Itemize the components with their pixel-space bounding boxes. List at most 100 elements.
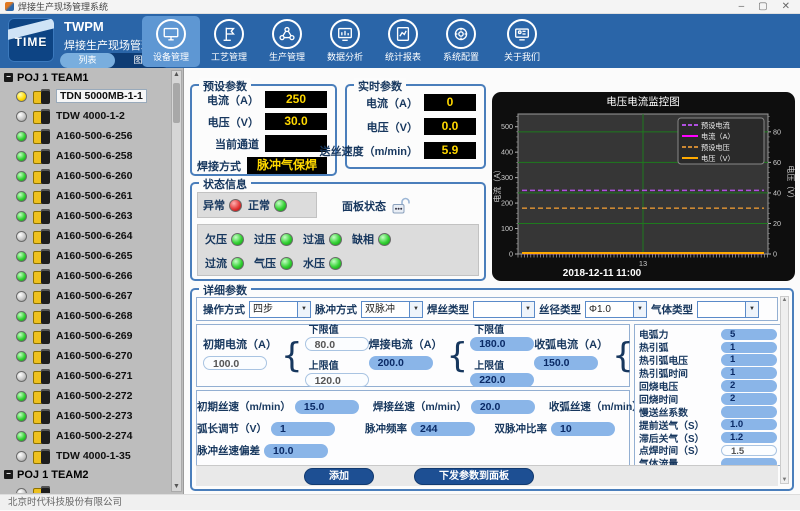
device-label: A160-500-6-260 — [56, 170, 132, 182]
wire-speed-label: 送丝速度（m/min） — [320, 143, 418, 159]
current-value-field[interactable]: 200.0 — [369, 356, 433, 370]
scroll-down-icon[interactable]: ▼ — [781, 477, 788, 483]
device-item[interactable]: A160-500-6-256 — [2, 126, 170, 146]
nav-data-analysis[interactable]: 数据分析 — [316, 16, 374, 67]
device-item[interactable]: A160-500-6-270 — [2, 346, 170, 366]
chevron-down-icon[interactable]: ▼ — [409, 302, 422, 317]
side-param-row: 回烧时间2 — [635, 392, 781, 405]
nav-process-management[interactable]: 工艺管理 — [200, 16, 258, 67]
device-item[interactable]: TDW 4000-1-2 — [2, 106, 170, 126]
logo-text: TIME — [8, 35, 54, 49]
current-value-field[interactable]: 150.0 — [534, 356, 598, 370]
nav-device-management[interactable]: 设备管理 — [142, 16, 200, 67]
device-item[interactable]: A160-500-6-264 — [2, 226, 170, 246]
device-item[interactable]: A160-500-6-265 — [2, 246, 170, 266]
scroll-up-icon[interactable]: ▲ — [781, 297, 788, 303]
side-param-field[interactable] — [721, 406, 777, 418]
device-label: A160-500-6-267 — [56, 290, 132, 302]
device-label: A160-500-6-261 — [56, 190, 132, 202]
device-item[interactable]: A160-500-6-263 — [2, 206, 170, 226]
chevron-down-icon[interactable]: ▼ — [297, 302, 310, 317]
dropdown-select[interactable]: ▼ — [473, 301, 535, 318]
tree-root-team2[interactable]: − POJ 1 TEAM2 — [2, 466, 170, 483]
scroll-down-icon[interactable]: ▼ — [172, 483, 181, 490]
current-value-field[interactable]: 100.0 — [203, 356, 267, 370]
system-config-icon — [446, 19, 476, 49]
list-view-button[interactable]: 列表 — [60, 53, 115, 68]
dropdown-select[interactable]: 双脉冲▼ — [361, 301, 423, 318]
device-item[interactable]: TDN 5000MB-1-1 — [2, 86, 170, 106]
dropdown-label: 脉冲方式 — [315, 302, 357, 317]
collapse-icon[interactable]: − — [4, 470, 13, 479]
device-item[interactable]: TDW 4000-1-35 — [2, 446, 170, 466]
side-param-field[interactable]: 2 — [721, 380, 777, 392]
device-item[interactable]: A160-500-6-268 — [2, 306, 170, 326]
abnormal-led — [229, 199, 242, 212]
dropdown-select[interactable]: Φ1.0▼ — [585, 301, 647, 318]
wire-param-field[interactable]: 10.0 — [264, 444, 328, 458]
device-item[interactable]: A160-500-2-273 — [2, 406, 170, 426]
dropdown-select[interactable]: ▼ — [697, 301, 759, 318]
welder-icon — [33, 149, 50, 164]
wire-param-field[interactable]: 15.0 — [295, 400, 359, 414]
collapse-icon[interactable]: − — [4, 73, 13, 82]
scroll-thumb[interactable] — [173, 83, 180, 123]
nav-statistics-report[interactable]: 统计报表 — [374, 16, 432, 67]
chevron-down-icon[interactable]: ▼ — [745, 302, 758, 317]
maximize-button[interactable]: ▢ — [758, 1, 767, 12]
side-param-field[interactable]: 5 — [721, 329, 777, 341]
wire-param-field[interactable]: 10 — [551, 422, 615, 436]
welder-icon — [33, 289, 50, 304]
side-param-field[interactable]: 1.0 — [721, 419, 777, 431]
add-button[interactable]: 添加 — [304, 468, 374, 485]
sidebar-scrollbar[interactable]: ▲ ▼ — [171, 70, 182, 492]
wire-param-field[interactable]: 20.0 — [471, 400, 535, 414]
device-item[interactable]: A160-500-6-260 — [2, 166, 170, 186]
dropdown-select[interactable]: 四步▼ — [249, 301, 311, 318]
nav-label: 关于我们 — [493, 50, 551, 63]
device-item[interactable]: A160-500-6-267 — [2, 286, 170, 306]
side-param-field[interactable]: 1.2 — [721, 432, 777, 444]
svg-text:80: 80 — [773, 127, 781, 136]
statusbar: 北京时代科技股份有限公司 — [0, 494, 800, 510]
wire-param-field[interactable]: 244 — [411, 422, 475, 436]
details-scrollbar[interactable]: ▲ ▼ — [780, 296, 789, 484]
current-group-label: 焊接电流（A） — [369, 336, 443, 352]
side-param-field[interactable]: 1 — [721, 342, 777, 354]
upper-limit-field[interactable]: 120.0 — [305, 373, 369, 387]
tree-root-team1[interactable]: − POJ 1 TEAM1 — [2, 69, 170, 86]
lower-limit-field[interactable]: 180.0 — [470, 337, 534, 351]
device-item[interactable]: A160-500-2-272 — [2, 386, 170, 406]
wire-param-field[interactable]: 1 — [271, 422, 335, 436]
device-item[interactable]: A160-500-6-269 — [2, 326, 170, 346]
normal-led — [274, 199, 287, 212]
device-item[interactable]: A160-500-6-271 — [2, 366, 170, 386]
chevron-down-icon[interactable]: ▼ — [521, 302, 534, 317]
chevron-down-icon[interactable]: ▼ — [633, 302, 646, 317]
scroll-up-icon[interactable]: ▲ — [172, 71, 181, 78]
welder-icon — [33, 449, 50, 464]
nav-system-config[interactable]: 系统配置 — [432, 16, 490, 67]
device-item[interactable]: A160-500-6-266 — [2, 266, 170, 286]
svg-text:电压（V）: 电压（V） — [701, 154, 735, 163]
side-param-field[interactable]: 1 — [721, 354, 777, 366]
send-params-button[interactable]: 下发参数到面板 — [414, 468, 534, 485]
lower-limit-field[interactable]: 80.0 — [305, 337, 369, 351]
device-item[interactable]: A160-500-2-274 — [2, 426, 170, 446]
device-item[interactable]: A160-500-6-258 — [2, 146, 170, 166]
monitor-chart-svg: 电压电流监控图0100200300400500020406080电流（A）电压（… — [492, 92, 795, 281]
minimize-button[interactable]: – — [739, 1, 745, 12]
fault-label: 过压 — [254, 231, 276, 247]
svg-text:200: 200 — [501, 199, 513, 208]
side-param-field[interactable]: 1 — [721, 367, 777, 379]
nav-about-us[interactable]: 关于我们 — [493, 16, 551, 67]
upper-limit-field[interactable]: 220.0 — [470, 373, 534, 387]
close-button[interactable]: ✕ — [782, 1, 790, 12]
welder-icon — [33, 249, 50, 264]
side-param-label: 提前送气（S） — [639, 418, 721, 432]
nav-production-management[interactable]: 生产管理 — [258, 16, 316, 67]
fault-led — [231, 257, 244, 270]
side-param-field[interactable]: 2 — [721, 393, 777, 405]
side-param-field[interactable]: 1.5 — [721, 445, 777, 457]
device-item[interactable]: A160-500-6-261 — [2, 186, 170, 206]
